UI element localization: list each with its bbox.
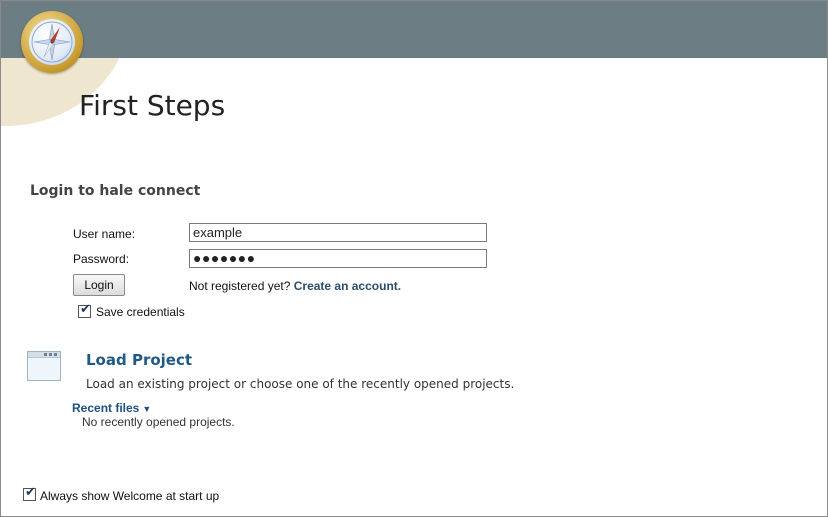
username-label: User name: xyxy=(73,227,136,241)
recent-files-label: Recent files xyxy=(72,401,140,415)
compass-needle xyxy=(31,21,73,63)
checkmark-icon: ✔ xyxy=(80,302,91,317)
window-icon-dot xyxy=(49,353,52,356)
username-input[interactable]: example xyxy=(189,223,487,242)
page-title: First Steps xyxy=(79,89,226,122)
always-show-welcome-checkbox[interactable]: ✔ xyxy=(23,485,36,501)
registration-prompt: Not registered yet? Create an account. xyxy=(189,279,401,293)
no-recent-projects-text: No recently opened projects. xyxy=(82,415,235,429)
window-icon-titlebar xyxy=(28,352,60,358)
load-project-description: Load an existing project or choose one o… xyxy=(86,377,515,391)
not-registered-text: Not registered yet? xyxy=(189,279,291,293)
create-account-link[interactable]: Create an account. xyxy=(294,279,401,293)
save-credentials-checkbox[interactable]: ✔ xyxy=(78,302,91,318)
password-label: Password: xyxy=(73,252,130,266)
welcome-page: First Steps Login to hale connect User n… xyxy=(0,0,828,517)
save-credentials-label: Save credentials xyxy=(96,305,185,319)
window-icon-dot xyxy=(54,353,57,356)
login-section-heading: Login to hale connect xyxy=(30,183,201,199)
recent-files-dropdown[interactable]: Recent files ▼ xyxy=(72,401,151,415)
compass-face xyxy=(29,19,75,65)
chevron-down-icon: ▼ xyxy=(142,404,152,414)
checkmark-icon: ✔ xyxy=(25,485,36,500)
login-button[interactable]: Login xyxy=(73,274,125,296)
window-icon-dot xyxy=(44,353,47,356)
compass-logo-icon xyxy=(21,11,83,73)
password-input[interactable]: ●●●●●●● xyxy=(189,249,487,268)
header-bar xyxy=(1,1,827,58)
load-project-link[interactable]: Load Project xyxy=(86,351,192,369)
window-icon xyxy=(27,351,61,381)
always-show-welcome-label: Always show Welcome at start up xyxy=(40,489,220,503)
